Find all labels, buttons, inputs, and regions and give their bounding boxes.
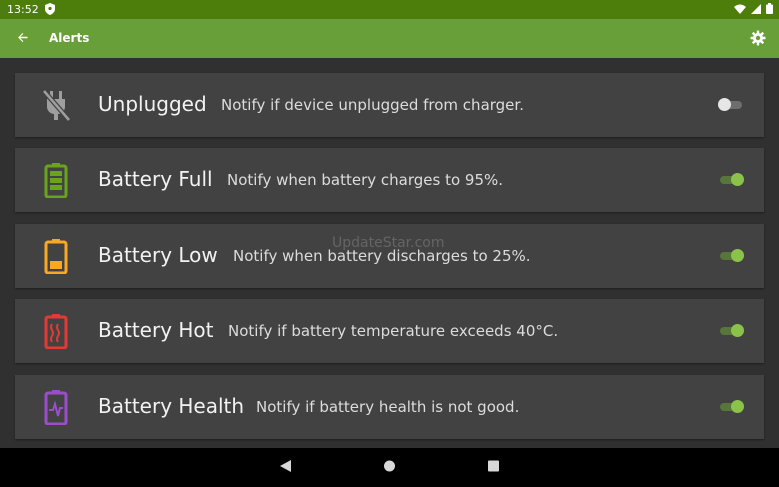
- battery-health-icon: [44, 390, 68, 425]
- alert-row-battery-full[interactable]: Battery Full Notify when battery charges…: [15, 148, 764, 212]
- unplugged-icon: [42, 89, 71, 122]
- signal-icon: [751, 3, 761, 14]
- watermark: UpdateStar.com: [332, 235, 445, 251]
- alert-row-battery-health[interactable]: Battery Health Notify if battery health …: [15, 375, 764, 439]
- alert-title: Battery Full: [98, 167, 213, 191]
- alert-title: Battery Low: [98, 243, 218, 267]
- battery-full-toggle[interactable]: [720, 172, 744, 188]
- alert-row-unplugged[interactable]: Unplugged Notify if device unplugged fro…: [15, 73, 764, 137]
- navigation-bar: [0, 448, 779, 487]
- back-arrow-icon[interactable]: [14, 29, 32, 47]
- status-icons: [734, 3, 773, 14]
- alert-description: Notify if battery temperature exceeds 40…: [228, 322, 559, 340]
- back-nav-icon[interactable]: [279, 459, 292, 473]
- alert-title: Battery Hot: [98, 318, 214, 342]
- toggle-thumb: [731, 249, 744, 262]
- alert-description: Notify if device unplugged from charger.: [221, 96, 524, 114]
- battery-hot-toggle[interactable]: [720, 323, 744, 339]
- toggle-thumb: [731, 324, 744, 337]
- page-title: Alerts: [49, 31, 90, 45]
- wifi-icon: [734, 4, 746, 14]
- status-time: 13:52: [7, 3, 39, 16]
- battery-health-toggle[interactable]: [720, 399, 744, 415]
- battery-low-icon: [44, 239, 68, 274]
- alert-title: Battery Health: [98, 394, 245, 418]
- toggle-thumb: [731, 173, 744, 186]
- alert-title: Unplugged: [98, 92, 207, 116]
- status-bar: 13:52: [0, 0, 779, 19]
- battery-low-toggle[interactable]: [720, 248, 744, 264]
- battery-status-icon: [766, 3, 773, 14]
- alert-description: Notify when battery charges to 95%.: [227, 171, 504, 189]
- shield-icon: [45, 3, 55, 18]
- battery-hot-icon: [44, 314, 68, 349]
- alert-row-battery-low[interactable]: Battery Low Notify when battery discharg…: [15, 224, 764, 288]
- app-bar: Alerts: [0, 19, 779, 58]
- alert-description: Notify if battery health is not good.: [256, 398, 520, 416]
- toggle-thumb: [718, 98, 731, 111]
- gear-icon[interactable]: [750, 30, 766, 46]
- recents-nav-icon[interactable]: [487, 459, 500, 473]
- toggle-thumb: [731, 400, 744, 413]
- unplugged-toggle[interactable]: [718, 97, 742, 113]
- alert-row-battery-hot[interactable]: Battery Hot Notify if battery temperatur…: [15, 299, 764, 363]
- battery-full-icon: [44, 163, 68, 198]
- home-nav-icon[interactable]: [383, 459, 396, 473]
